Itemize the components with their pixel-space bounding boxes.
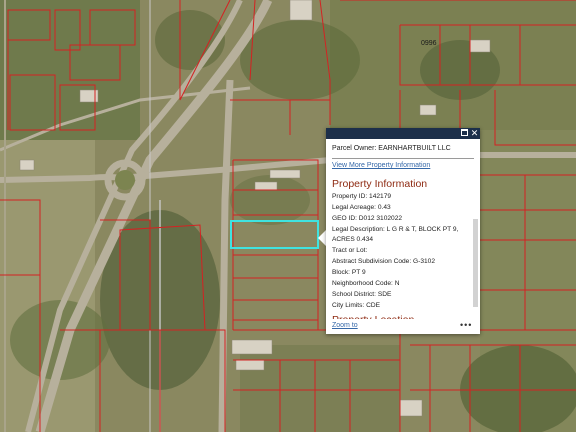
field-city-limits: City Limits: CDE — [332, 302, 381, 309]
zoom-to-link[interactable]: Zoom to — [332, 322, 358, 329]
divider — [332, 158, 474, 159]
popup-body[interactable]: Parcel Owner: EARNHARTBUILT LLC View Mor… — [326, 139, 480, 322]
field-tract-or-lot: Tract or Lot: — [332, 247, 368, 254]
field-block: Block: PT 9 — [332, 269, 366, 276]
more-actions-icon[interactable]: ••• — [460, 320, 472, 330]
section-heading-property-information: Property Information — [332, 178, 428, 190]
field-neighborhood-code: Neighborhood Code: N — [332, 280, 400, 287]
maximize-icon[interactable] — [460, 129, 469, 138]
map-view[interactable]: 0996 — [0, 0, 576, 432]
field-school-district: School District: SDE — [332, 291, 392, 298]
parcel-number-label: 0996 — [421, 40, 437, 47]
field-legal-acreage: Legal Acreage: 0.43 — [332, 204, 391, 211]
legal-description-continuation: ACRES 0.434 — [332, 236, 374, 243]
parcel-owner: Parcel Owner: EARNHARTBUILT LLC — [332, 145, 451, 152]
field-abstract-subdivision-code: Abstract Subdivision Code: G-3102 — [332, 258, 436, 265]
aerial-imagery — [0, 0, 576, 432]
parcel-popup: ✕ Parcel Owner: EARNHARTBUILT LLC View M… — [326, 128, 480, 334]
close-icon[interactable]: ✕ — [470, 129, 479, 138]
view-more-link[interactable]: View More Property Information — [332, 162, 430, 169]
popup-scrollbar[interactable] — [473, 219, 478, 307]
field-property-id: Property ID: 142179 — [332, 193, 392, 200]
popup-footer: Zoom to ••• — [326, 319, 480, 334]
popup-titlebar: ✕ — [326, 128, 480, 139]
field-geo-id: GEO ID: D012 3102022 — [332, 215, 403, 222]
field-legal-description: Legal Description: L G R & T, BLOCK PT 9… — [332, 226, 459, 233]
